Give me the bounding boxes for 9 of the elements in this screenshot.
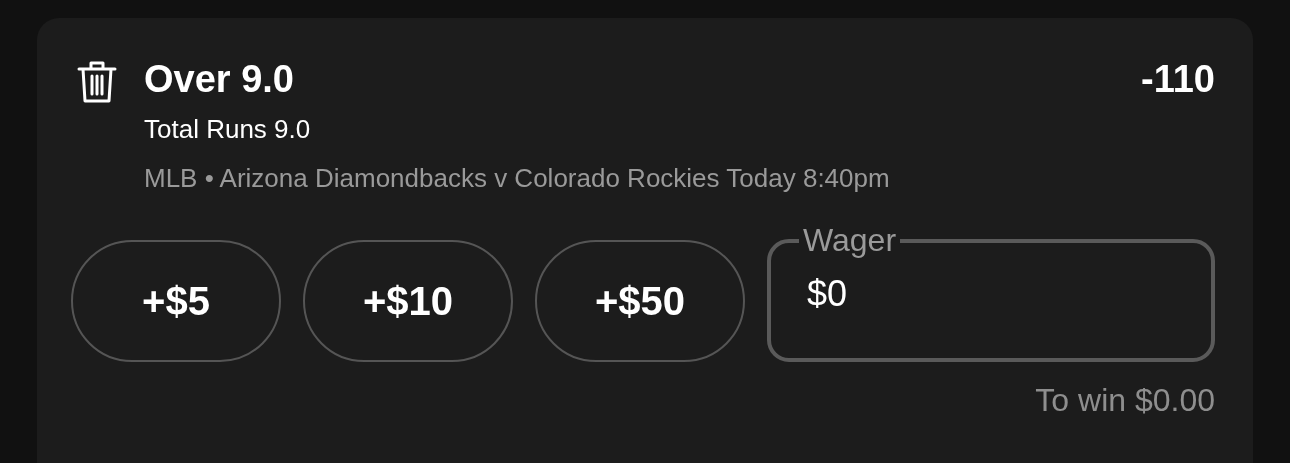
stake-button[interactable]: +$5 xyxy=(71,240,281,362)
stake-button[interactable]: +$10 xyxy=(303,240,513,362)
market-name: Total Runs 9.0 xyxy=(144,114,312,145)
event-details: MLB • Arizona Diamondbacks v Colorado Rockies Today 8:40pm xyxy=(144,163,891,194)
trash-icon[interactable] xyxy=(77,60,117,104)
stake-button[interactable]: +$50 xyxy=(535,240,745,362)
to-win-amount: To win $0.00 xyxy=(1035,382,1215,419)
odds: -110 xyxy=(1141,57,1215,102)
bet-selection: Over 9.0 xyxy=(144,57,295,102)
